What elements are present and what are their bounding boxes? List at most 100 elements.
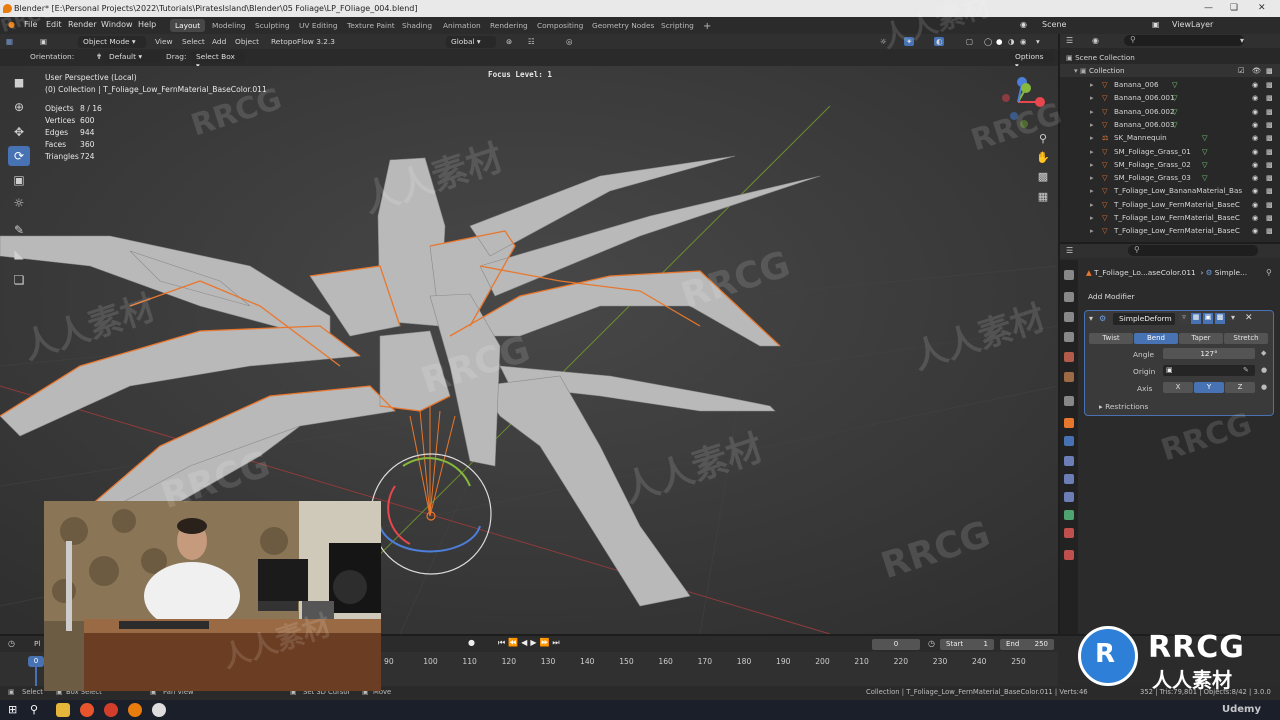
app-icon[interactable] (104, 703, 118, 717)
angle-keyframe-icon[interactable]: ◆ (1261, 349, 1266, 357)
menu-object[interactable]: Object (235, 37, 259, 46)
collection-visibility-icon[interactable]: 👁 (1252, 64, 1261, 77)
overlay-icon[interactable]: ◐ (934, 37, 945, 46)
outliner-search-input[interactable]: ⚲ (1124, 35, 1244, 46)
expand-arrow-icon[interactable]: ▸ (1090, 78, 1094, 91)
mesh-data-icon[interactable]: ▽ (1172, 105, 1178, 118)
playback-controls[interactable]: ⏮⏪◀▶⏩⏭ (498, 638, 563, 648)
deform-mode-stretch[interactable]: Stretch (1224, 333, 1268, 344)
ortho-toggle-icon[interactable]: ▦ (1032, 187, 1054, 207)
gizmo-icon[interactable]: ✦ (904, 37, 915, 46)
expand-arrow-icon[interactable]: ▸ (1090, 131, 1094, 144)
solid-shading-icon[interactable]: ● (996, 37, 1002, 46)
visibility-eye-icon[interactable]: ◉ (1252, 198, 1258, 211)
tool-tab-icon[interactable] (1064, 270, 1074, 280)
visibility-eye-icon[interactable]: ◉ (1252, 131, 1258, 144)
expand-arrow-icon[interactable]: ▸ (1090, 224, 1094, 237)
angle-field[interactable]: 127° (1163, 348, 1255, 359)
mesh-data-icon[interactable]: ▽ (1172, 91, 1178, 104)
tab-scripting[interactable]: Scripting (656, 19, 699, 32)
menu-help[interactable]: Help (138, 20, 156, 29)
visibility-eye-icon[interactable]: ◉ (1252, 105, 1258, 118)
properties-search-input[interactable]: ⚲ (1128, 245, 1258, 256)
file-explorer-icon[interactable] (56, 703, 70, 717)
mesh-data-icon[interactable]: ▽ (1172, 118, 1178, 131)
visibility-icon[interactable]: ☼ (880, 37, 887, 46)
transform-orientation-dropdown[interactable]: Global ▾ (446, 36, 496, 48)
tab-rendering[interactable]: Rendering (485, 19, 533, 32)
render-visibility-icon[interactable]: ▩ (1266, 131, 1273, 144)
expand-arrow-icon[interactable]: ▸ (1090, 91, 1094, 104)
retopoflow-menu[interactable]: RetopoFlow 3.2.3 (271, 37, 335, 46)
menu-add[interactable]: Add (212, 37, 226, 46)
render-visibility-icon[interactable]: ▩ (1266, 78, 1273, 91)
object-tab-icon[interactable] (1064, 418, 1074, 428)
outliner-item[interactable]: ▸ ▽ SM_Foliage_Grass_02 ▽ ◉ ▩ (1060, 158, 1280, 171)
tab-shading[interactable]: Shading (397, 19, 437, 32)
collection-tab-icon[interactable] (1064, 396, 1074, 406)
collection-render-icon[interactable]: ▩ (1266, 64, 1273, 77)
outliner-item[interactable]: ▸ ▽ T_Foliage_Low_FernMaterial_BaseC ◉ ▩ (1060, 198, 1280, 211)
viewport-display-icon[interactable]: ▣ (1203, 313, 1213, 324)
modifier-dropdown-icon[interactable]: ▾ (1231, 313, 1235, 322)
annotate-tool-icon[interactable]: ✎ (8, 220, 30, 240)
options-dropdown[interactable]: Options ▾ (1010, 51, 1054, 70)
render-visibility-icon[interactable]: ▩ (1266, 145, 1273, 158)
playback-menu[interactable]: Pl (34, 639, 41, 648)
expand-arrow-icon[interactable]: ▸ (1090, 105, 1094, 118)
restrictions-subpanel[interactable]: ▸ Restrictions (1099, 402, 1148, 411)
mesh-data-icon[interactable]: ▽ (1202, 131, 1208, 144)
constraints-tab-icon[interactable] (1064, 492, 1074, 502)
modifier-tab-icon[interactable] (1064, 436, 1074, 446)
outliner-item[interactable]: ▸ ▽ Banana_006.003 ▽ ◉ ▩ (1060, 118, 1280, 131)
outliner-item[interactable]: ▸ ▽ SM_Foliage_Grass_01 ▽ ◉ ▩ (1060, 145, 1280, 158)
outliner-item[interactable]: ▸ ⚖ SK_Mannequin ▽ ◉ ▩ (1060, 131, 1280, 144)
drag-dropdown[interactable]: Select Box ▾ (191, 51, 245, 70)
viewlayer-name[interactable]: ViewLayer (1172, 20, 1213, 29)
texture-tab-icon[interactable] (1064, 550, 1074, 560)
origin-keyframe-icon[interactable]: ● (1261, 366, 1267, 374)
close-icon[interactable]: ✕ (1258, 0, 1266, 17)
collection-row[interactable]: ▾ ▣ Collection ☑ 👁 ▩ (1060, 64, 1280, 77)
mesh-data-icon[interactable]: ▽ (1202, 158, 1208, 171)
mesh-data-icon[interactable]: ▽ (1202, 171, 1208, 184)
scale-tool-icon[interactable]: ▣ (8, 170, 30, 190)
move-tool-icon[interactable]: ✥ (8, 122, 30, 142)
visibility-eye-icon[interactable]: ◉ (1252, 91, 1258, 104)
tab-compositing[interactable]: Compositing (532, 19, 588, 32)
menu-render[interactable]: Render (68, 20, 96, 29)
tab-modeling[interactable]: Modeling (207, 19, 251, 32)
proportional-edit-icon[interactable]: ◎ (566, 37, 572, 46)
material-shading-icon[interactable]: ◑ (1008, 37, 1014, 46)
scene-tab-icon[interactable] (1064, 352, 1074, 362)
transform-tool-icon[interactable]: ☼ (8, 193, 30, 213)
cursor-tool-icon[interactable]: ⊕ (8, 97, 30, 117)
outliner-item[interactable]: ▸ ▽ Banana_006.002 ▽ ◉ ▩ (1060, 105, 1280, 118)
render-visibility-icon[interactable]: ▩ (1266, 91, 1273, 104)
xray-icon[interactable]: ▢ (966, 37, 973, 46)
visibility-eye-icon[interactable]: ◉ (1252, 78, 1258, 91)
outliner-item[interactable]: ▸ ▽ T_Foliage_Low_BananaMaterial_Bas ◉ ▩ (1060, 184, 1280, 197)
tab-sculpting[interactable]: Sculpting (250, 19, 295, 32)
visibility-eye-icon[interactable]: ◉ (1252, 118, 1258, 131)
collection-checkbox[interactable]: ☑ (1238, 64, 1244, 77)
output-tab-icon[interactable] (1064, 312, 1074, 322)
eyedropper-icon[interactable]: ✎ (1243, 366, 1249, 374)
maximize-icon[interactable]: ❏ (1230, 0, 1238, 17)
remove-modifier-icon[interactable]: ✕ (1245, 313, 1253, 323)
render-display-icon[interactable]: ▩ (1215, 313, 1225, 324)
minimize-icon[interactable]: — (1204, 0, 1213, 17)
render-visibility-icon[interactable]: ▩ (1266, 105, 1273, 118)
tab-layout[interactable]: Layout (170, 19, 206, 32)
editor-type-icon[interactable]: ▣ (40, 37, 47, 46)
deform-mode-taper[interactable]: Taper (1179, 333, 1223, 344)
physics-tab-icon[interactable] (1064, 474, 1074, 484)
visibility-eye-icon[interactable]: ◉ (1252, 184, 1258, 197)
render-tab-icon[interactable] (1064, 292, 1074, 302)
visibility-eye-icon[interactable]: ◉ (1252, 224, 1258, 237)
world-tab-icon[interactable] (1064, 372, 1074, 382)
render-visibility-icon[interactable]: ▩ (1266, 184, 1273, 197)
visibility-eye-icon[interactable]: ◉ (1252, 145, 1258, 158)
render-visibility-icon[interactable]: ▩ (1266, 158, 1273, 171)
outliner-item[interactable]: ▸ ▽ Banana_006.001 ▽ ◉ ▩ (1060, 91, 1280, 104)
